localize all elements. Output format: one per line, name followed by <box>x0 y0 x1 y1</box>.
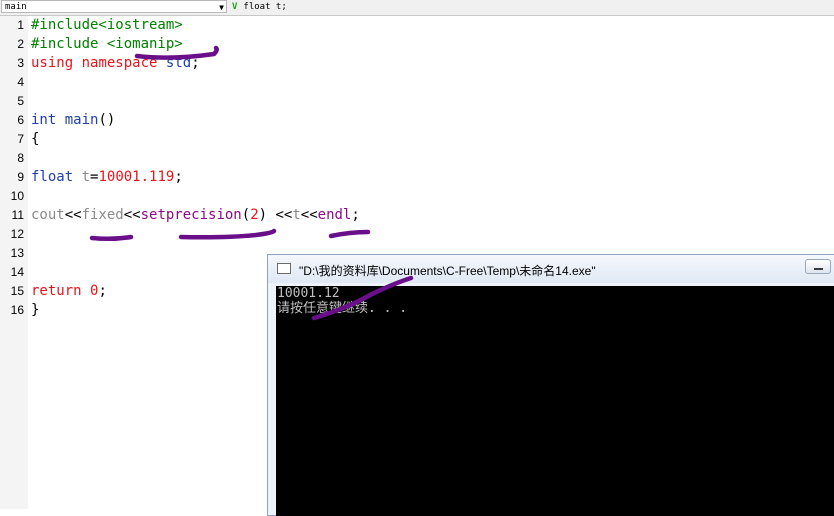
line-number: 8 <box>17 151 24 165</box>
code-token: t <box>81 169 91 185</box>
code-token: { <box>31 131 40 147</box>
code-text: #include <iomanip> <box>31 35 183 54</box>
code-token: endl <box>317 207 352 223</box>
code-token: 10001.119 <box>98 169 175 185</box>
line-number: 3 <box>17 56 24 70</box>
line-number: 6 <box>17 113 24 127</box>
code-text: int main() <box>31 111 115 130</box>
code-token: int <box>31 112 57 128</box>
code-text: #include<iostream> <box>31 16 183 35</box>
symbol-indicator: Vfloat t; <box>232 0 287 14</box>
line-number: 9 <box>17 170 24 184</box>
code-token: std <box>165 55 192 71</box>
variable-icon: V <box>232 2 238 12</box>
code-text: } <box>31 301 39 320</box>
code-token: float <box>31 169 74 185</box>
code-token: ; <box>351 207 360 223</box>
line-number: 12 <box>10 227 24 241</box>
code-token: 2 <box>250 207 259 223</box>
line-number: 14 <box>10 265 24 279</box>
code-token: namespace <box>81 55 158 71</box>
function-select-value: main <box>5 2 27 12</box>
line-number: 11 <box>11 208 24 222</box>
line-number: 10 <box>10 189 24 203</box>
code-token: cout <box>31 207 65 223</box>
line-number: 13 <box>10 246 24 260</box>
code-token: ( <box>241 207 251 223</box>
line-number: 5 <box>17 94 24 108</box>
code-token: << <box>300 207 318 223</box>
code-token: setprecision <box>140 207 242 223</box>
code-token: fixed <box>81 207 124 223</box>
console-output-line: 10001.12 <box>277 286 340 301</box>
code-text: using namespace std; <box>31 54 200 73</box>
minimize-button[interactable] <box>805 259 831 274</box>
code-token: #include <iomanip> <box>31 36 183 52</box>
line-number: 2 <box>17 37 24 51</box>
console-window: "D:\我的资料库\Documents\C-Free\Temp\未命名14.ex… <box>267 254 834 516</box>
toolbar: main ▼ Vfloat t; <box>0 0 834 16</box>
code-token: ) <box>258 207 276 223</box>
dropdown-arrow-icon[interactable]: ▼ <box>219 1 224 14</box>
code-token: << <box>64 207 82 223</box>
symbol-text: float t; <box>243 2 287 12</box>
code-token: () <box>98 112 116 128</box>
function-select[interactable]: main ▼ <box>1 0 227 13</box>
line-number: 16 <box>10 303 24 317</box>
line-number: 4 <box>17 75 24 89</box>
code-token: ; <box>191 55 200 71</box>
line-number: 15 <box>10 284 24 298</box>
console-output: 10001.12 请按任意键继续. . . <box>276 286 834 516</box>
line-number: 7 <box>17 132 24 146</box>
code-token: main <box>64 112 99 128</box>
code-token: return <box>31 283 82 299</box>
line-number: 1 <box>17 18 24 32</box>
code-token: t <box>292 207 301 223</box>
console-title: "D:\我的资料库\Documents\C-Free\Temp\未命名14.ex… <box>299 264 596 278</box>
code-token: #include<iostream> <box>31 17 183 33</box>
code-token: << <box>275 207 293 223</box>
code-text: float t=10001.119; <box>31 168 183 187</box>
code-text: return 0; <box>31 282 107 301</box>
code-token: } <box>31 302 40 318</box>
code-text: { <box>31 130 39 149</box>
code-text: cout<<fixed<<setprecision(2) <<t<<endl; <box>31 206 360 225</box>
code-token: << <box>123 207 141 223</box>
console-output-line: 请按任意键继续. . . <box>277 301 408 316</box>
code-token: ; <box>98 283 107 299</box>
console-titlebar[interactable]: "D:\我的资料库\Documents\C-Free\Temp\未命名14.ex… <box>268 255 834 283</box>
code-token: ; <box>174 169 183 185</box>
code-token: using <box>31 55 74 71</box>
console-app-icon <box>277 263 291 274</box>
